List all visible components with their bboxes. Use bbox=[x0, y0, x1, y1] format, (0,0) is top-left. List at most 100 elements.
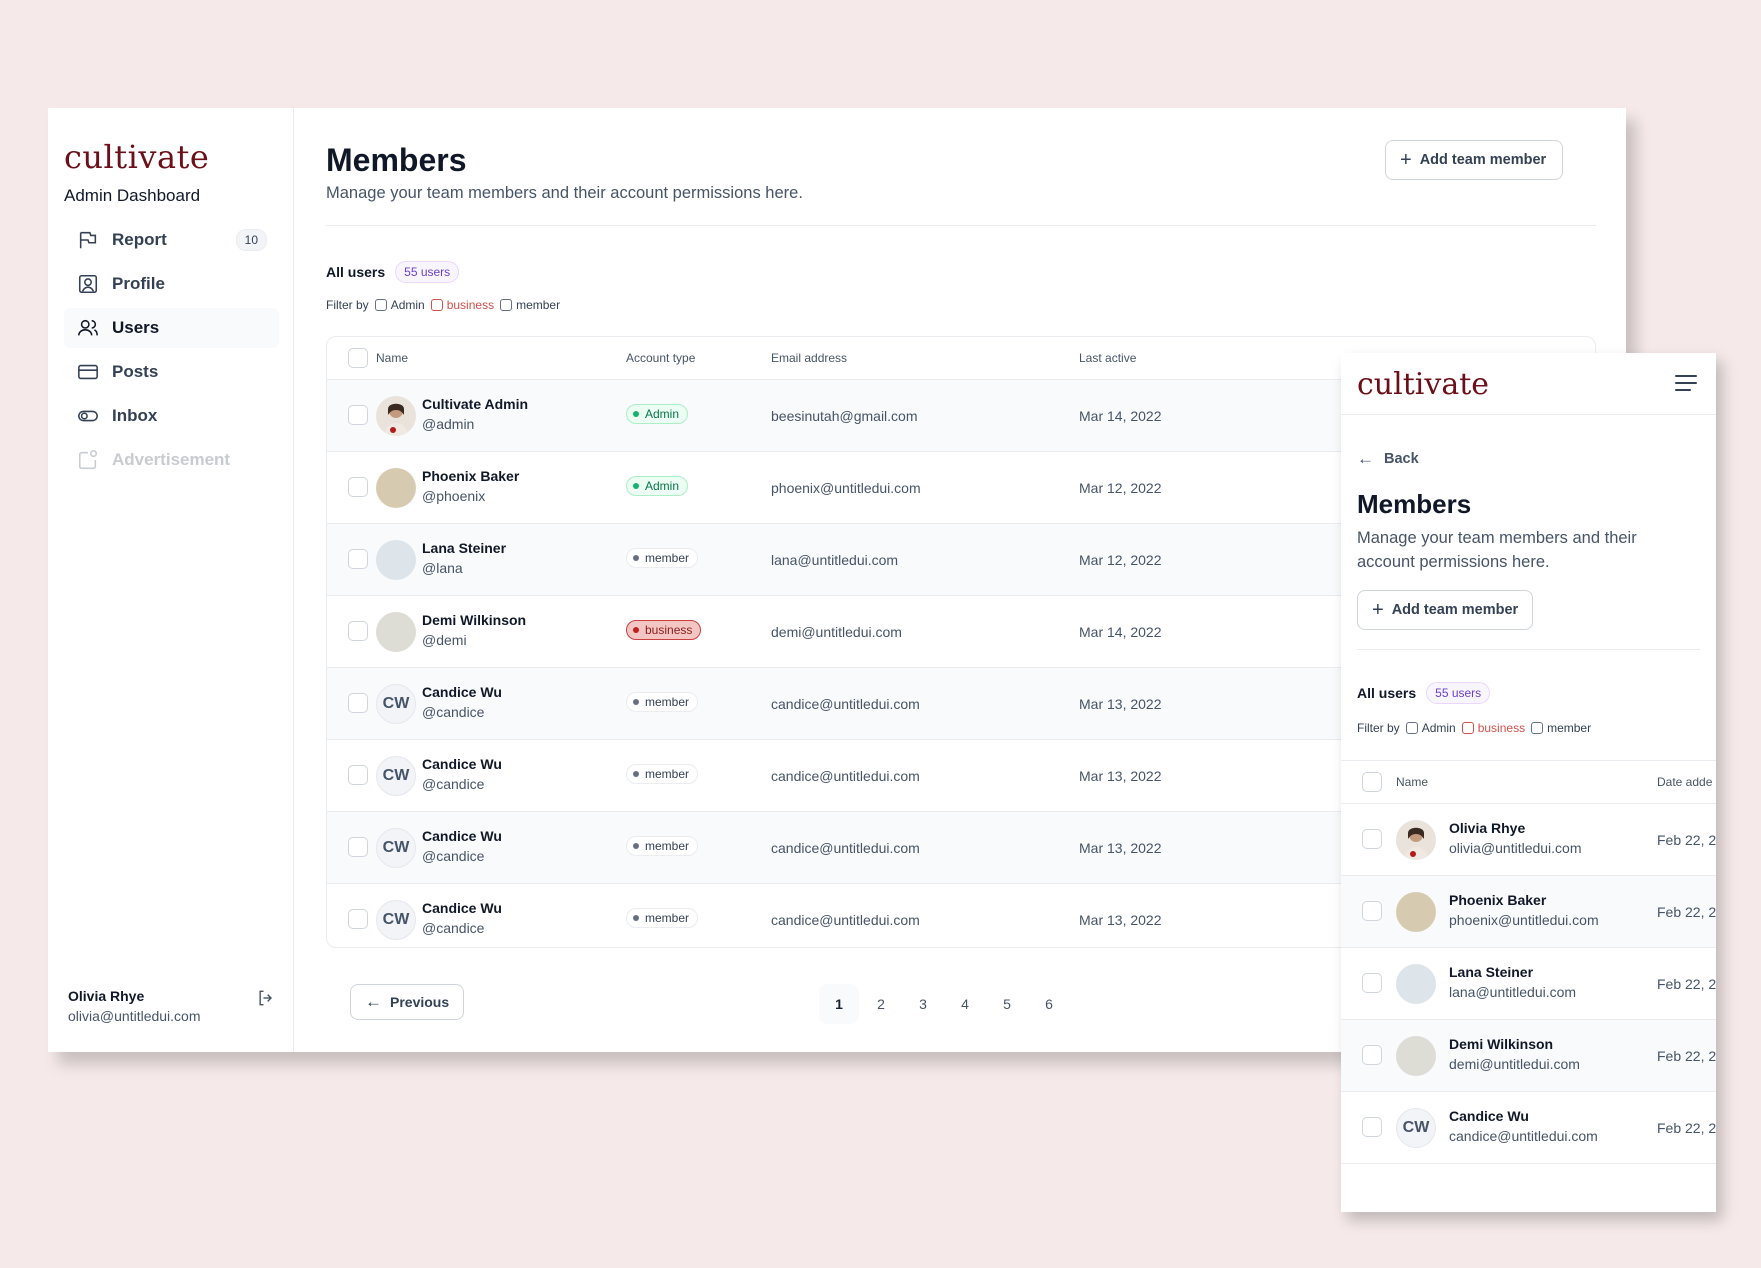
last-active: Mar 12, 2022 bbox=[1079, 552, 1162, 568]
member-email: phoenix@untitledui.com bbox=[771, 480, 921, 496]
row-checkbox[interactable] bbox=[348, 765, 368, 785]
page-button-3[interactable]: 3 bbox=[903, 984, 943, 1024]
member-name: Cultivate Admin bbox=[422, 396, 529, 412]
avatar: CW bbox=[376, 828, 416, 868]
dashboard-subtitle: Admin Dashboard bbox=[64, 186, 201, 205]
sidebar-item-profile[interactable]: Profile bbox=[64, 264, 279, 304]
row-checkbox[interactable] bbox=[348, 621, 368, 641]
filter-member-checkbox[interactable] bbox=[500, 299, 513, 311]
row-checkbox[interactable] bbox=[1362, 1117, 1382, 1137]
row-checkbox[interactable] bbox=[348, 837, 368, 857]
menu-icon[interactable] bbox=[1675, 375, 1697, 395]
member-handle: @admin bbox=[422, 416, 475, 432]
plus-icon: + bbox=[1372, 599, 1384, 621]
page-button-5[interactable]: 5 bbox=[987, 984, 1027, 1024]
member-email: demi@untitledui.com bbox=[771, 624, 902, 640]
page-button-2[interactable]: 2 bbox=[861, 984, 901, 1024]
member-name: Phoenix Baker bbox=[422, 468, 520, 484]
page-button-6[interactable]: 6 bbox=[1029, 984, 1069, 1024]
row-checkbox[interactable] bbox=[348, 405, 368, 425]
current-user-name: Olivia Rhye bbox=[68, 988, 145, 1004]
table-row[interactable]: Demi Wilkinson demi@untitledui.com Feb 22,… bbox=[1341, 1020, 1716, 1092]
filter-label: Filter by bbox=[326, 298, 369, 312]
member-name: Candice Wu bbox=[1449, 1108, 1529, 1124]
previous-button[interactable]: ← Previous bbox=[350, 984, 465, 1020]
status-dot bbox=[633, 483, 639, 489]
mobile-add-team-member-button[interactable]: + Add team member bbox=[1357, 590, 1534, 630]
sidebar-item-users[interactable]: Users bbox=[64, 308, 279, 348]
filter-admin-label: Admin bbox=[1421, 721, 1456, 735]
account-type-label: Admin bbox=[645, 407, 680, 421]
page-button-4[interactable]: 4 bbox=[945, 984, 985, 1024]
table-row[interactable]: Phoenix Baker phoenix@untitledui.com Feb 2… bbox=[1341, 876, 1716, 948]
member-name: Candice Wu bbox=[422, 900, 502, 916]
table-body: Olivia Rhye olivia@untitledui.com Feb 22, … bbox=[1341, 804, 1716, 1164]
row-checkbox[interactable] bbox=[348, 693, 368, 713]
avatar: CW bbox=[376, 900, 416, 940]
logout-icon[interactable] bbox=[256, 988, 278, 1010]
column-last-active[interactable]: Last active bbox=[1079, 351, 1136, 365]
table-row[interactable]: Lana Steiner lana@untitledui.com Feb 22, 2 bbox=[1341, 948, 1716, 1020]
avatar bbox=[376, 396, 416, 436]
column-name[interactable]: Name bbox=[1396, 775, 1428, 789]
row-checkbox[interactable] bbox=[348, 549, 368, 569]
sidebar-item-advertisement[interactable]: Advertisement bbox=[64, 440, 279, 480]
filter-admin-label: Admin bbox=[390, 298, 425, 312]
column-email[interactable]: Email address bbox=[771, 351, 847, 365]
member-email: candice@untitledui.com bbox=[1449, 1128, 1598, 1144]
member-handle: @candice bbox=[422, 920, 485, 936]
row-checkbox[interactable] bbox=[348, 909, 368, 929]
toggle-icon bbox=[76, 404, 100, 428]
date-added: Feb 22, 2 bbox=[1657, 1120, 1716, 1136]
last-active: Mar 13, 2022 bbox=[1079, 912, 1162, 928]
column-date-added[interactable]: Date adde bbox=[1657, 775, 1712, 789]
avatar bbox=[376, 612, 416, 652]
pagination: 123456 bbox=[819, 984, 1071, 1024]
account-type-label: member bbox=[645, 911, 690, 925]
status-dot bbox=[633, 555, 639, 561]
member-name: Candice Wu bbox=[422, 684, 502, 700]
row-checkbox[interactable] bbox=[1362, 829, 1382, 849]
select-all-checkbox[interactable] bbox=[348, 348, 368, 368]
table-row[interactable]: Olivia Rhye olivia@untitledui.com Feb 22, … bbox=[1341, 804, 1716, 876]
divider bbox=[326, 225, 1596, 226]
account-type-label: member bbox=[645, 551, 690, 565]
sidebar-item-label: Posts bbox=[112, 362, 159, 381]
sidebar-item-inbox[interactable]: Inbox bbox=[64, 396, 279, 436]
last-active: Mar 13, 2022 bbox=[1079, 840, 1162, 856]
mobile-page-title: Members bbox=[1357, 489, 1472, 519]
member-name: Lana Steiner bbox=[1449, 964, 1534, 980]
column-name[interactable]: Name bbox=[376, 351, 408, 365]
users-count-badge: 55 users bbox=[395, 261, 460, 283]
add-team-member-button[interactable]: + Add team member bbox=[1385, 140, 1564, 180]
table-row[interactable]: CW Candice Wu candice@untitledui.com Feb 22… bbox=[1341, 1092, 1716, 1164]
avatar-initials: CW bbox=[382, 911, 410, 928]
page-button-1[interactable]: 1 bbox=[819, 984, 859, 1024]
select-all-checkbox[interactable] bbox=[1362, 772, 1382, 792]
status-dot bbox=[633, 915, 639, 921]
row-checkbox[interactable] bbox=[1362, 973, 1382, 993]
sidebar-item-posts[interactable]: Posts bbox=[64, 352, 279, 392]
mobile-header: cultivate bbox=[1341, 353, 1716, 415]
row-checkbox[interactable] bbox=[1362, 1045, 1382, 1065]
account-type-badge: member bbox=[626, 548, 699, 568]
account-type-label: Admin bbox=[645, 479, 680, 493]
row-checkbox[interactable] bbox=[1362, 901, 1382, 921]
member-handle: @candice bbox=[422, 776, 485, 792]
filter-member-checkbox[interactable] bbox=[1531, 722, 1544, 734]
filter-business-checkbox[interactable] bbox=[1461, 722, 1474, 734]
row-checkbox[interactable] bbox=[348, 477, 368, 497]
page-description: Manage your team members and their accou… bbox=[326, 184, 803, 202]
filter-admin-checkbox[interactable] bbox=[1405, 722, 1418, 734]
mobile-members-table: Name Date adde Olivia Rhye olivia@untitle… bbox=[1341, 760, 1716, 1164]
filter-admin-checkbox[interactable] bbox=[374, 299, 387, 311]
avatar bbox=[1396, 820, 1436, 860]
sidebar-item-report[interactable]: Report 10 bbox=[64, 220, 279, 260]
users-icon bbox=[76, 316, 100, 340]
filter-business-checkbox[interactable] bbox=[430, 299, 443, 311]
back-link[interactable]: ← Back bbox=[1357, 449, 1419, 469]
column-account-type[interactable]: Account type bbox=[626, 351, 695, 365]
logo: cultivate bbox=[64, 138, 210, 176]
avatar-initials: CW bbox=[382, 767, 410, 784]
account-type-badge: Admin bbox=[626, 404, 689, 424]
